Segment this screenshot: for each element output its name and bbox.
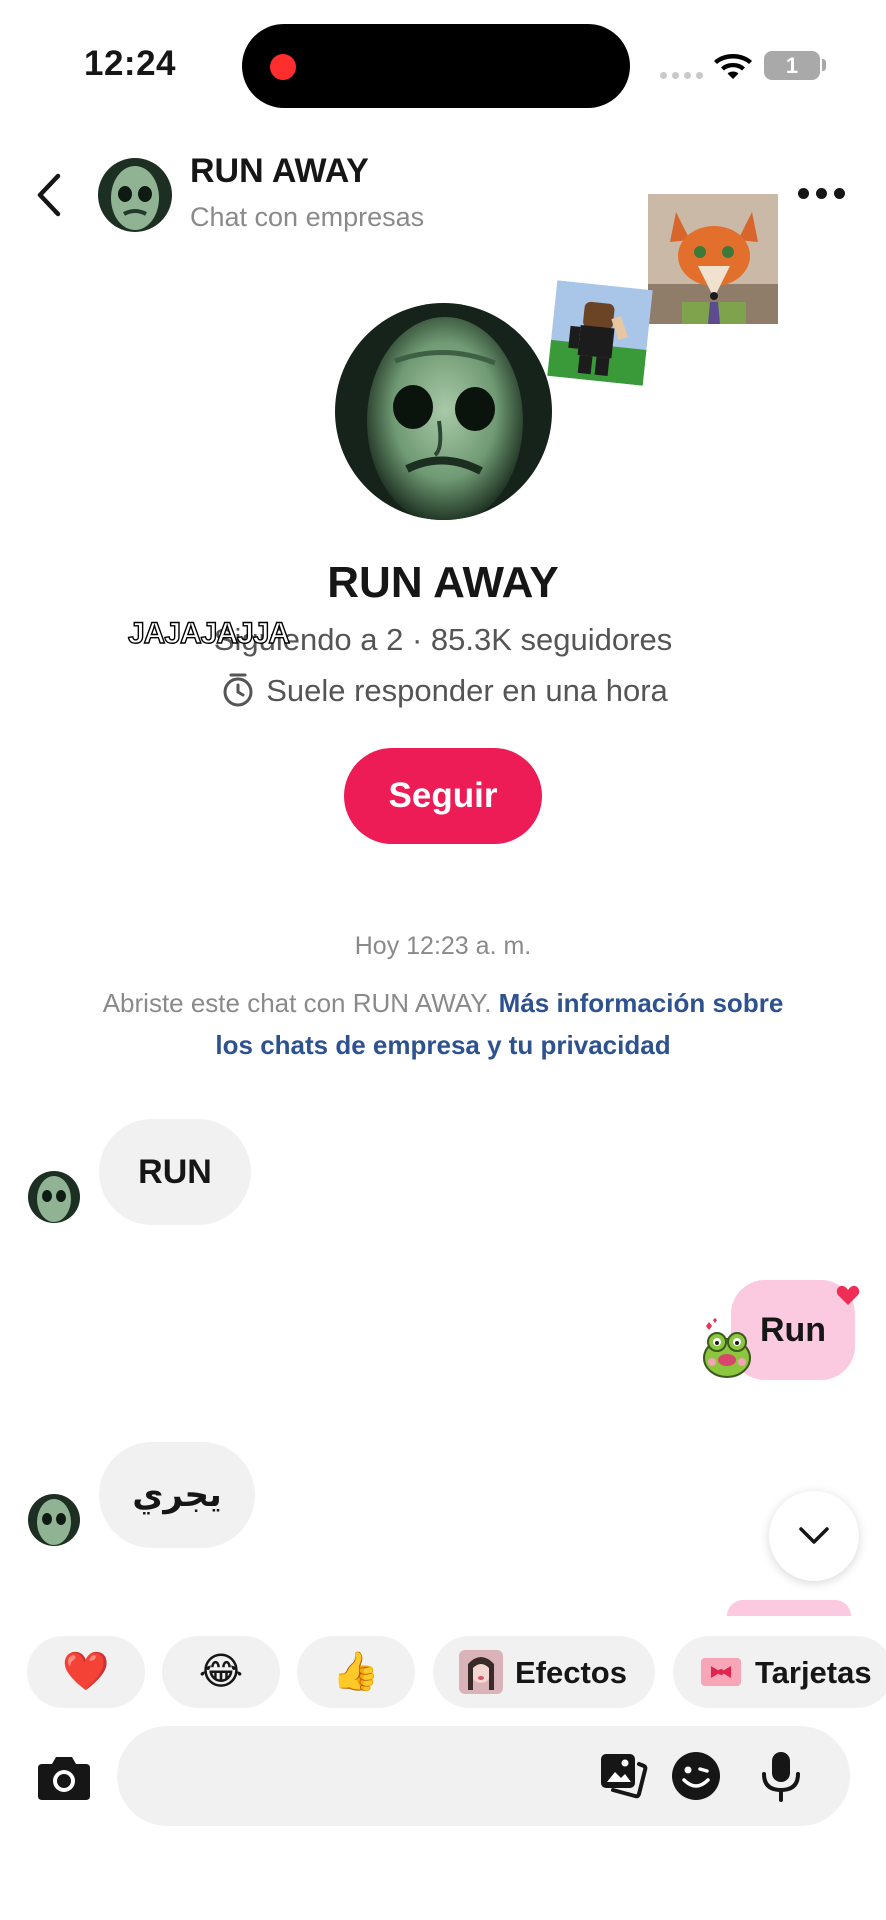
chat-info-text: Abriste este chat con RUN AWAY. [102, 988, 499, 1018]
quick-reply-thumbs-up[interactable]: 👍 [297, 1636, 415, 1708]
quick-reply-heart[interactable]: ❤️ [27, 1636, 145, 1708]
battery-tip [822, 59, 826, 71]
message-bubble-incoming[interactable]: RUN [99, 1119, 251, 1225]
message-input-box[interactable] [117, 1726, 850, 1826]
cards-label: Tarjetas [755, 1655, 872, 1690]
camera-icon[interactable] [36, 1752, 92, 1802]
chat-date: Hoy 12:23 a. m. [354, 932, 532, 960]
message-input[interactable] [147, 1756, 577, 1796]
profile-name: RUN AWAY [327, 558, 559, 607]
chat-subtitle: Chat con empresas [190, 202, 425, 232]
laughing-emoji-icon: 😂 [198, 1651, 244, 1693]
battery-icon: 1 [764, 51, 820, 80]
emoji-icon[interactable] [670, 1750, 722, 1802]
gift-card-icon [701, 1658, 741, 1686]
heart-emoji-icon: ❤️ [62, 1651, 110, 1693]
overlay-caption-text: JAJAJAJJA [127, 616, 290, 650]
chat-title[interactable]: RUN AWAY [190, 152, 369, 191]
effects-label: Efectos [515, 1655, 627, 1690]
effects-thumbnail-icon [459, 1650, 503, 1694]
message-bubble-incoming[interactable]: يجري [99, 1442, 255, 1548]
response-time-label: Suele responder en una hora [266, 673, 668, 708]
message-avatar[interactable] [28, 1171, 80, 1223]
gallery-icon[interactable] [597, 1750, 649, 1802]
cellular-signal-icon [660, 72, 704, 80]
status-time: 12:24 [84, 44, 177, 83]
message-bubble-partial [727, 1600, 851, 1616]
fox-sticker-image [648, 194, 778, 324]
back-arrow-icon[interactable] [30, 170, 70, 220]
cards-chip[interactable]: Tarjetas [673, 1636, 886, 1708]
microphone-icon[interactable] [755, 1750, 807, 1802]
profile-avatar[interactable] [335, 303, 552, 520]
response-time: Suele responder en una hora [0, 672, 886, 709]
header-avatar[interactable] [98, 158, 172, 232]
timer-icon [223, 673, 253, 707]
effects-chip[interactable]: Efectos [433, 1636, 655, 1708]
chevron-down-icon [799, 1527, 829, 1544]
quick-reply-laughing[interactable]: 😂 [162, 1636, 280, 1708]
dynamic-island [242, 24, 630, 108]
thumbs-up-emoji-icon: 👍 [332, 1651, 380, 1693]
message-avatar[interactable] [28, 1494, 80, 1546]
chat-info: Abriste este chat con RUN AWAY. Más info… [100, 982, 786, 1066]
follow-button[interactable]: Seguir [344, 748, 542, 844]
more-options-icon[interactable] [798, 186, 846, 202]
roblox-character-sticker-image [547, 280, 653, 386]
recording-indicator-icon [270, 54, 296, 80]
wifi-icon [714, 54, 752, 79]
heart-reaction-icon [836, 1285, 860, 1305]
scroll-to-bottom-button[interactable] [769, 1491, 859, 1581]
frog-sticker-icon [703, 1318, 751, 1378]
